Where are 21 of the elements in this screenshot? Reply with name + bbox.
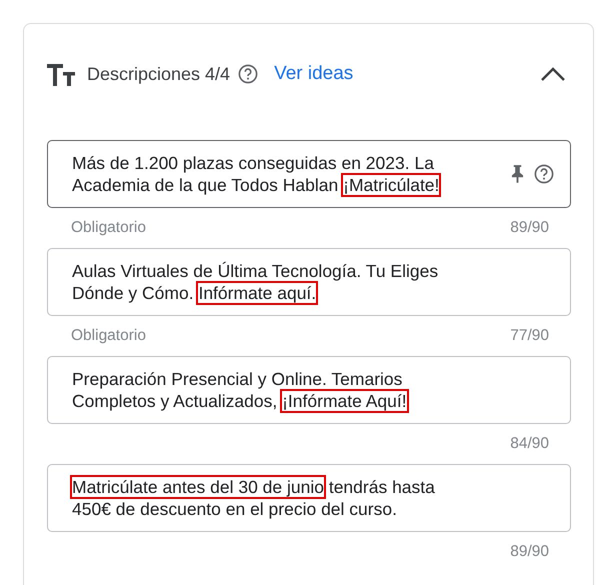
help-icon[interactable]: [534, 164, 554, 184]
description-text: Más de 1.200 plazas conseguidas en 2023. La Academia de la que Todos Hablan ¡Matricúlate!: [72, 152, 440, 196]
description-text: Matricúlate antes del 30 de junio tendrás hasta 450€ de descuento en el precio del curso.: [72, 476, 435, 520]
description-field[interactable]: Matricúlate antes del 30 de junio tendrás hasta 450€ de descuento en el precio del curso.: [47, 464, 571, 532]
ideas-link[interactable]: Ver ideas: [274, 63, 354, 85]
character-counter: 84/90: [510, 435, 549, 453]
section-title: Descripciones 4/4: [87, 64, 230, 84]
description-text: Preparación Presencial y Online. Temarios Completos y Actualizados, ¡Infórmate Aquí!: [72, 368, 407, 412]
character-counter: 89/90: [510, 219, 549, 237]
collapse-icon[interactable]: [541, 67, 565, 81]
help-icon[interactable]: [238, 64, 258, 84]
pin-icon[interactable]: [511, 164, 524, 183]
required-label: Obligatorio: [71, 219, 146, 237]
description-field[interactable]: Preparación Presencial y Online. Temarios Completos y Actualizados, ¡Infórmate Aquí!: [47, 356, 571, 424]
description-field[interactable]: Aulas Virtuales de Última Tecnología. Tu Eliges Dónde y Cómo. Infórmate aquí.: [47, 248, 571, 316]
character-counter: 77/90: [510, 327, 549, 345]
text-size-icon: [47, 64, 75, 86]
character-counter: 89/90: [510, 543, 549, 561]
description-text: Aulas Virtuales de Última Tecnología. Tu Eliges Dónde y Cómo. Infórmate aquí.: [72, 260, 438, 304]
description-field[interactable]: Más de 1.200 plazas conseguidas en 2023. La Academia de la que Todos Hablan ¡Matricúlate!: [47, 140, 571, 208]
required-label: Obligatorio: [71, 327, 146, 345]
